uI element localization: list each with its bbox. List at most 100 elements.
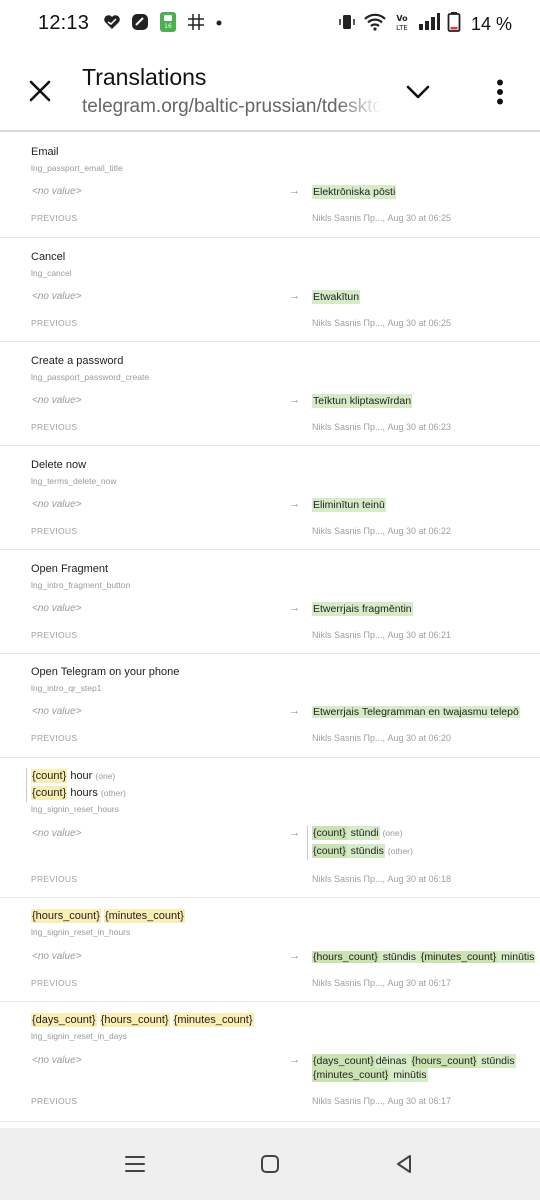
translation-text-line1[interactable]: {days_count} dēinas {hours_count} stūndis (312, 1054, 516, 1068)
translation-text[interactable]: Eliminītun teinū (312, 498, 386, 512)
variable-token: {count} (31, 769, 68, 783)
translation-value: Etwakītun (312, 290, 361, 304)
recents-button[interactable] (119, 1148, 151, 1180)
system-icons: Vo LTE 14 % (337, 11, 512, 38)
list-item[interactable]: {count} hour (one) {count} hours (other)… (0, 758, 540, 898)
previous-label[interactable]: PREVIOUS (31, 874, 77, 884)
phrase-text: Create a password (31, 355, 124, 367)
home-button[interactable] (254, 1148, 286, 1180)
translation-text-other[interactable]: {count} stūndis (other) (312, 844, 413, 858)
previous-label[interactable]: PREVIOUS (31, 1096, 77, 1106)
green-app-icon: 16 (158, 11, 178, 38)
translation-value: minūtis (389, 1068, 428, 1082)
signal-icon (417, 12, 441, 37)
list-item[interactable]: Email lng_passport_email_title <no value… (0, 132, 540, 238)
translation-value: Elektrōniska pōsti (312, 185, 397, 199)
more-options-button[interactable] (486, 74, 514, 110)
system-nav-bar (0, 1128, 540, 1200)
no-value-label: <no value> (32, 186, 82, 197)
list-item[interactable]: Open Fragment lng_intro_fragment_button … (0, 550, 540, 654)
plural-form-tag: (other) (387, 846, 413, 856)
author-date: Nikls Sasnis Пр..., Aug 30 at 06:25 (312, 318, 452, 328)
translation-text[interactable]: Etwerrjais fragmēntin (312, 602, 413, 616)
phrase-text: Cancel (31, 251, 66, 263)
author-date: Nikls Sasnis Пр..., Aug 30 at 06:23 (312, 422, 452, 432)
arrow-icon: → (289, 950, 300, 962)
plural-form-tag: (other) (100, 788, 126, 798)
variable-token: {hours_count} (31, 909, 101, 923)
translation-text[interactable]: Teīktun kliptaswīrdan (312, 394, 413, 408)
translation-text-line2[interactable]: {minutes_count} minūtis (312, 1068, 428, 1082)
variable-token: {count} (31, 786, 68, 800)
arrow-icon: → (289, 1054, 300, 1066)
variable-token: {days_count} (31, 1013, 97, 1027)
close-button[interactable] (22, 73, 58, 109)
chevron-down-icon (406, 85, 430, 99)
previous-label[interactable]: PREVIOUS (31, 318, 77, 328)
variable-token: {hours_count} (410, 1054, 478, 1068)
phrase-text: Open Fragment (31, 563, 109, 575)
list-item[interactable]: {hours_count} {minutes_count} lng_signin… (0, 898, 540, 1002)
no-value-label: <no value> (32, 828, 82, 839)
list-item[interactable]: Create a password lng_passport_password_… (0, 342, 540, 446)
variable-token: {minutes_count} (419, 951, 498, 963)
translation-text[interactable]: Etwerrjais Telegramman en twajasmu telep… (312, 706, 540, 718)
author-date: Nikls Sasnis Пр..., Aug 30 at 06:22 (312, 526, 452, 536)
arrow-icon: → (289, 394, 300, 406)
phrase-key: lng_signin_reset_in_days (31, 1031, 127, 1041)
previous-label[interactable]: PREVIOUS (31, 630, 77, 640)
no-value-label: <no value> (32, 499, 82, 510)
variable-token: {hours_count} (99, 1013, 170, 1027)
no-value-label: <no value> (32, 706, 82, 717)
author-date: Nikls Sasnis Пр..., Aug 30 at 06:20 (312, 733, 452, 743)
list-item[interactable]: Open Telegram on your phone lng_intro_qr… (0, 654, 540, 758)
no-value-label: <no value> (32, 603, 82, 614)
variable-token: {hours_count} (312, 951, 379, 963)
back-button[interactable] (388, 1148, 420, 1180)
translation-text[interactable]: {hours_count} stūndis {minutes_count} mi… (312, 951, 540, 963)
svg-text:LTE: LTE (396, 24, 408, 32)
list-item[interactable]: Cancel lng_cancel <no value> → Etwakītun… (0, 238, 540, 342)
arrow-icon: → (289, 705, 300, 717)
translation-text-one[interactable]: {count} stūndi (one) (312, 826, 402, 840)
variable-token: {days_count} (312, 1054, 375, 1068)
previous-label[interactable]: PREVIOUS (31, 526, 77, 536)
author-date: Nikls Sasnis Пр..., Aug 30 at 06:21 (312, 630, 452, 640)
phrase-key: lng_signin_reset_in_hours (31, 927, 131, 937)
translations-list[interactable]: Email lng_passport_email_title <no value… (0, 132, 540, 1128)
status-time: 12:13 (38, 12, 90, 34)
status-bar: 12:13 16 Vo LTE 14 % (0, 0, 540, 48)
phrase-key: lng_terms_delete_now (31, 476, 117, 486)
author-date: Nikls Sasnis Пр..., Aug 30 at 06:17 (312, 978, 452, 988)
list-item[interactable]: {days_count} {hours_count} {minutes_coun… (0, 1002, 540, 1122)
battery-icon (447, 11, 461, 38)
blue-app-icon (130, 12, 150, 37)
previous-label[interactable]: PREVIOUS (31, 422, 77, 432)
author-date: Nikls Sasnis Пр..., Aug 30 at 06:18 (312, 874, 452, 884)
arrow-icon: → (289, 827, 300, 839)
translation-value: stūndis (346, 844, 385, 858)
phrase-key: lng_intro_qr_step1 (31, 683, 102, 693)
translation-value: Eliminītun teinū (312, 498, 386, 512)
translation-text[interactable]: Elektrōniska pōsti (312, 185, 397, 199)
previous-label[interactable]: PREVIOUS (31, 213, 77, 223)
translation-text[interactable]: Etwakītun (312, 290, 361, 304)
page-title: Translations (82, 64, 207, 90)
back-icon (397, 1155, 411, 1173)
variable-token: {count} (312, 826, 347, 840)
phrase-key: lng_intro_fragment_button (31, 580, 131, 590)
translation-value: Etwerrjais fragmēntin (312, 602, 413, 616)
vibrate-icon (337, 12, 357, 37)
expand-button[interactable] (402, 76, 434, 108)
translation-value: stūndis (477, 1054, 516, 1068)
phrase-key: lng_passport_password_create (31, 372, 150, 382)
dot-icon (214, 12, 224, 37)
phrase-text: {hours_count} {minutes_count} (31, 909, 185, 923)
no-value-label: <no value> (32, 951, 82, 962)
phrase-key: lng_cancel (31, 268, 72, 278)
previous-label[interactable]: PREVIOUS (31, 978, 77, 988)
previous-label[interactable]: PREVIOUS (31, 733, 77, 743)
translation-value: Teīktun kliptaswīrdan (312, 394, 413, 408)
list-item[interactable]: Delete now lng_terms_delete_now <no valu… (0, 446, 540, 550)
variable-token: {minutes_count} (172, 1013, 254, 1027)
